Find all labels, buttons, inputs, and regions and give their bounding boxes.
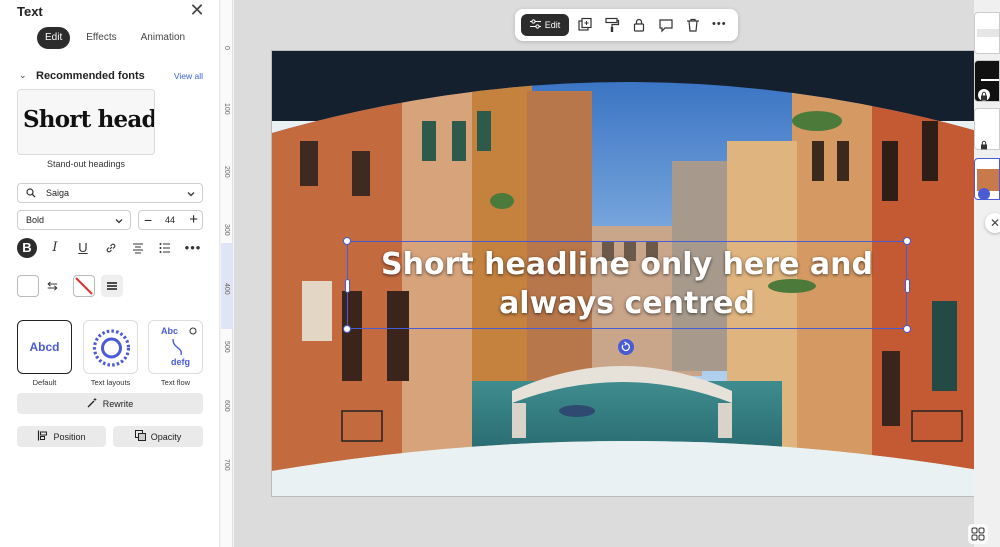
panel-tabs: Edit Effects Animation bbox=[37, 27, 193, 49]
pages-strip bbox=[974, 0, 1000, 547]
recommended-font-card[interactable]: Short head bbox=[17, 89, 155, 155]
rotate-icon bbox=[621, 341, 630, 352]
edit-label: Edit bbox=[544, 20, 561, 30]
rewrite-label: Rewrite bbox=[102, 398, 134, 409]
close-icon[interactable]: ✕ bbox=[985, 213, 1000, 233]
style-tile-default[interactable]: Abcd bbox=[17, 320, 72, 374]
style-tile-text-layouts[interactable] bbox=[83, 320, 138, 374]
underline-icon[interactable]: U bbox=[73, 238, 93, 258]
align-center-icon[interactable] bbox=[128, 238, 148, 258]
link-icon[interactable] bbox=[101, 238, 121, 258]
tile-preview-bottom: defg bbox=[171, 357, 190, 367]
tab-edit[interactable]: Edit bbox=[37, 27, 71, 49]
font-weight-value: Bold bbox=[26, 215, 45, 225]
ruler-label: 200 bbox=[223, 166, 230, 178]
ruler-label: 500 bbox=[223, 341, 230, 353]
comment-icon[interactable] bbox=[658, 17, 674, 33]
lock-icon[interactable] bbox=[631, 17, 647, 33]
no-fill-swatch[interactable] bbox=[73, 275, 95, 297]
section-title: Recommended fonts bbox=[36, 70, 145, 82]
ruler-label: 600 bbox=[223, 400, 230, 412]
duplicate-icon[interactable] bbox=[577, 17, 593, 33]
ruler-label: 300 bbox=[223, 224, 230, 236]
paint-roller-icon[interactable] bbox=[604, 17, 620, 33]
font-weight-select[interactable]: Bold bbox=[17, 210, 131, 230]
close-icon[interactable]: ✕ bbox=[189, 1, 205, 19]
user-icon bbox=[978, 188, 990, 200]
resize-handle-top-right[interactable] bbox=[903, 237, 911, 245]
more-icon[interactable]: ••• bbox=[183, 238, 203, 258]
italic-icon[interactable]: I bbox=[45, 238, 65, 258]
thumbnail-preview bbox=[981, 79, 999, 81]
position-label: Position bbox=[53, 431, 86, 442]
trash-icon[interactable] bbox=[685, 17, 701, 33]
circular-text-icon bbox=[92, 329, 131, 367]
grid-icon[interactable] bbox=[968, 524, 988, 544]
swap-icon[interactable]: ⇆ bbox=[47, 278, 58, 294]
bold-icon[interactable]: B bbox=[17, 238, 37, 258]
plus-icon[interactable]: + bbox=[189, 211, 198, 228]
text-selection-box[interactable] bbox=[347, 241, 907, 329]
font-size-value[interactable]: 44 bbox=[165, 215, 175, 225]
rewrite-button[interactable]: Rewrite bbox=[17, 393, 203, 414]
font-card-caption: Stand-out headings bbox=[46, 159, 126, 169]
font-size-stepper[interactable]: − 44 + bbox=[138, 210, 203, 230]
menu-icon[interactable] bbox=[101, 275, 123, 297]
list-icon[interactable] bbox=[155, 238, 175, 258]
tile-caption: Text layouts bbox=[90, 378, 131, 387]
floating-toolbar: Edit ••• bbox=[515, 9, 738, 41]
opacity-button[interactable]: Opacity bbox=[113, 426, 203, 447]
text-panel: Text ✕ Edit Effects Animation ⌄ Recommen… bbox=[0, 0, 220, 547]
sliders-icon bbox=[529, 19, 541, 31]
recommended-fonts-header[interactable]: ⌄ Recommended fonts View all bbox=[19, 70, 205, 84]
position-icon bbox=[37, 430, 48, 443]
ruler-label: 0 bbox=[223, 46, 230, 50]
text-color-swatch[interactable] bbox=[17, 275, 39, 297]
style-tile-text-flow[interactable]: Abc defg bbox=[148, 320, 203, 374]
chevron-down-icon bbox=[113, 215, 125, 227]
lock-icon bbox=[978, 138, 990, 150]
lock-icon bbox=[978, 89, 990, 101]
font-family-value: Saiga bbox=[46, 188, 70, 198]
opacity-label: Opacity bbox=[150, 431, 182, 442]
opacity-icon bbox=[134, 430, 146, 443]
format-toolbar: B I U ••• bbox=[17, 238, 203, 258]
edit-button[interactable]: Edit bbox=[521, 14, 569, 36]
chevron-down-icon bbox=[185, 188, 197, 200]
position-button[interactable]: Position bbox=[17, 426, 106, 447]
resize-handle-right[interactable] bbox=[905, 279, 910, 293]
resize-handle-bottom-right[interactable] bbox=[903, 325, 911, 333]
ruler-label: 100 bbox=[223, 103, 230, 115]
resize-handle-left[interactable] bbox=[345, 279, 350, 293]
color-row: ⇆ bbox=[17, 275, 207, 299]
thumbnail-preview bbox=[977, 29, 999, 37]
search-icon bbox=[26, 188, 36, 200]
rotate-handle[interactable] bbox=[618, 339, 634, 355]
vertical-ruler: 0 100 200 300 400 500 600 700 bbox=[221, 0, 233, 547]
tile-caption: Text flow bbox=[160, 378, 191, 387]
tile-preview: Abcd bbox=[29, 340, 60, 354]
tab-effects[interactable]: Effects bbox=[78, 27, 124, 49]
font-card-preview: Short head bbox=[23, 106, 155, 133]
minus-icon[interactable]: − bbox=[144, 212, 152, 228]
ruler-label: 400 bbox=[223, 283, 230, 295]
chevron-down-icon[interactable]: ⌄ bbox=[19, 70, 27, 81]
page-thumbnail[interactable] bbox=[974, 12, 1000, 54]
resize-handle-bottom-left[interactable] bbox=[343, 325, 351, 333]
font-family-select[interactable]: Saiga bbox=[17, 183, 203, 203]
panel-title: Text bbox=[17, 4, 43, 19]
ruler-label: 700 bbox=[223, 459, 230, 471]
tile-caption: Default bbox=[32, 378, 57, 387]
view-all-link[interactable]: View all bbox=[174, 71, 203, 81]
more-icon[interactable]: ••• bbox=[712, 17, 728, 33]
tab-animation[interactable]: Animation bbox=[133, 27, 193, 49]
resize-handle-top-left[interactable] bbox=[343, 237, 351, 245]
magic-wand-icon bbox=[87, 397, 98, 410]
